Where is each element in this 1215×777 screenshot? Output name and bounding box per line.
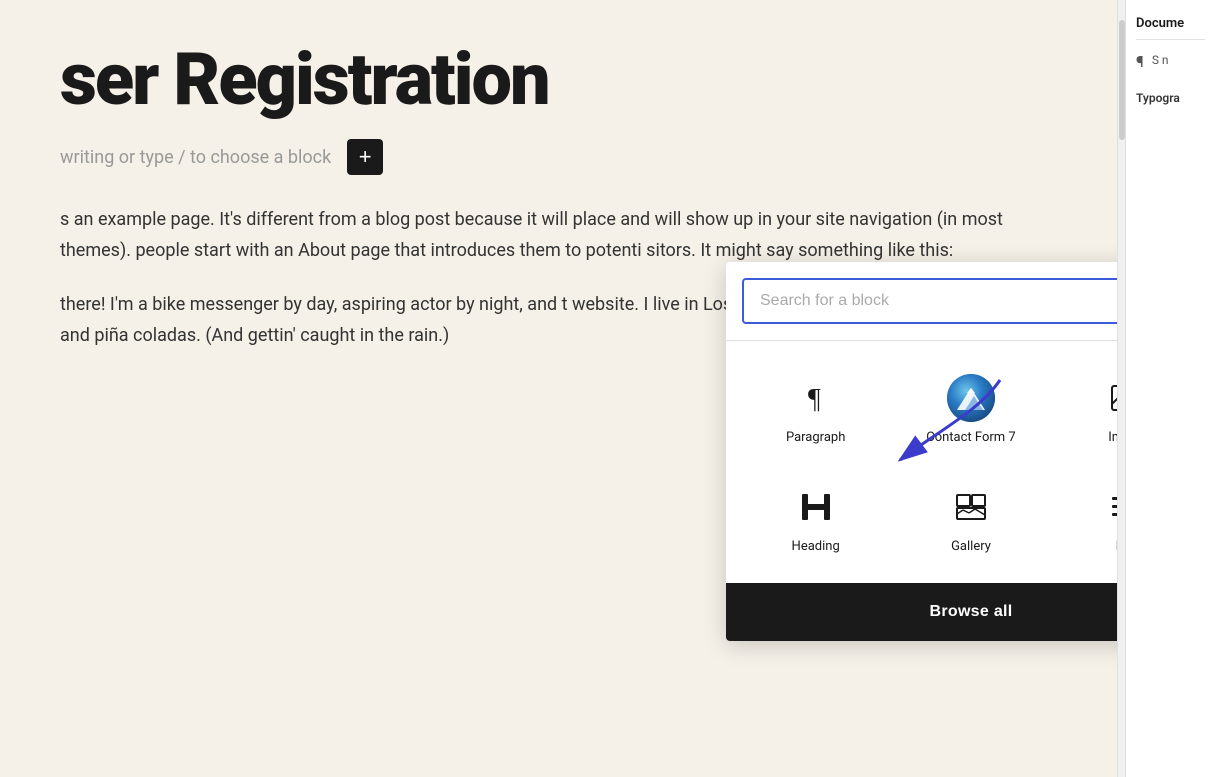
search-input[interactable] (742, 278, 1117, 324)
sidebar-title: Docume (1136, 16, 1205, 40)
block-label-image: Image (1108, 430, 1117, 445)
list-icon (1102, 483, 1117, 531)
add-block-button[interactable]: + (347, 139, 383, 175)
block-label-heading: Heading (792, 539, 840, 554)
right-sidebar: Docume ¶ S n Typogra (1125, 0, 1215, 777)
sidebar-paragraph-text: S n (1152, 52, 1169, 69)
block-inserter-popup: 🔍 ¶ Paragraph (726, 262, 1117, 641)
svg-text:¶: ¶ (808, 384, 821, 414)
browse-all-button[interactable]: Browse all (726, 583, 1117, 641)
page-title: ser Registration (60, 40, 1057, 119)
block-label-cf7: Contact Form 7 (926, 430, 1015, 445)
scrollbar[interactable] (1117, 0, 1125, 777)
heading-icon (792, 483, 840, 531)
block-item-list[interactable]: List (1053, 466, 1117, 567)
cf7-icon (947, 374, 995, 422)
body-paragraph-1: s an example page. It's different from a… (60, 205, 1057, 266)
blocks-grid: ¶ Paragraph (726, 341, 1117, 583)
editor-area: ser Registration writing or type / to ch… (0, 0, 1117, 777)
block-item-cf7[interactable]: Contact Form 7 (897, 357, 1044, 458)
block-item-gallery[interactable]: Gallery (897, 466, 1044, 567)
sidebar-paragraph-item: ¶ S n (1136, 52, 1205, 71)
search-wrapper: 🔍 (742, 278, 1117, 324)
placeholder-row: writing or type / to choose a block + (60, 139, 1057, 175)
placeholder-text: writing or type / to choose a block (60, 147, 331, 168)
paragraph-icon: ¶ (792, 374, 840, 422)
block-item-heading[interactable]: Heading (742, 466, 889, 567)
sidebar-typography-label: Typogra (1136, 91, 1205, 105)
block-item-paragraph[interactable]: ¶ Paragraph (742, 357, 889, 458)
block-label-list: List (1116, 539, 1117, 554)
scrollbar-thumb[interactable] (1119, 20, 1125, 140)
gallery-icon (947, 483, 995, 531)
block-label-paragraph: Paragraph (786, 430, 845, 445)
block-label-gallery: Gallery (951, 539, 991, 554)
image-icon (1102, 374, 1117, 422)
search-container: 🔍 (726, 262, 1117, 341)
block-item-image[interactable]: Image (1053, 357, 1117, 458)
sidebar-paragraph-icon: ¶ (1136, 52, 1144, 71)
